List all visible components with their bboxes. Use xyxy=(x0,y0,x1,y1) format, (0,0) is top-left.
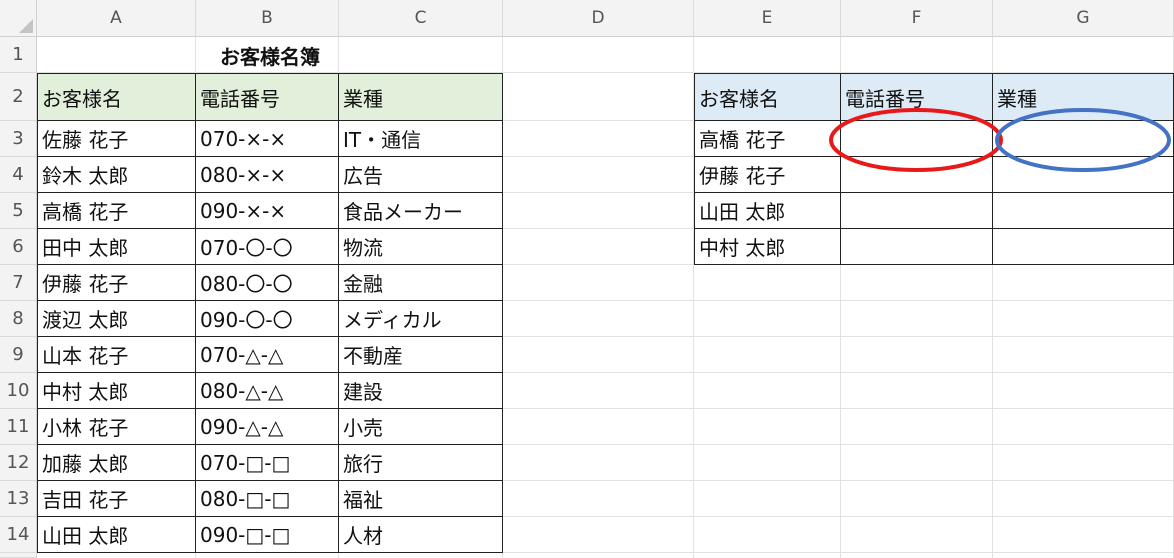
left-table-cell[interactable]: 物流 xyxy=(339,229,503,265)
left-table-cell[interactable]: IT・通信 xyxy=(339,121,503,157)
right-table-industry-cell[interactable] xyxy=(993,157,1174,193)
select-all-triangle-icon xyxy=(19,19,33,33)
right-table-name-cell[interactable]: 高橋 花子 xyxy=(694,121,841,157)
column-header-g[interactable]: G xyxy=(993,0,1174,37)
spreadsheet[interactable]: A B C D E F G 1 2 3 4 5 6 7 8 9 10 11 12 13 14 お客様名簿 お客様名 電話番号業… xyxy=(0,0,1174,558)
left-table-cell[interactable]: 090-〇-〇 xyxy=(196,301,339,337)
left-table-cell[interactable]: 吉田 花子 xyxy=(37,481,196,517)
left-table-cell[interactable]: 080-×-× xyxy=(196,157,339,193)
row-header-12[interactable]: 12 xyxy=(0,445,37,481)
left-table-cell[interactable]: 小林 花子 xyxy=(37,409,196,445)
right-table-phone-cell[interactable] xyxy=(841,229,993,265)
left-table-header[interactable]: 業種 xyxy=(339,73,503,121)
left-table-header[interactable]: お客様名 xyxy=(37,73,196,121)
row-header-2[interactable]: 2 xyxy=(0,73,37,121)
select-all-corner[interactable] xyxy=(0,0,37,37)
left-table-cell[interactable]: 080-△-△ xyxy=(196,373,339,409)
right-table-phone-cell[interactable] xyxy=(841,121,993,157)
column-header-e[interactable]: E xyxy=(694,0,841,37)
column-header-d[interactable]: D xyxy=(503,0,694,37)
right-table-phone-cell[interactable] xyxy=(841,193,993,229)
column-header-b[interactable]: B xyxy=(196,0,339,37)
left-table-cell[interactable]: 090-×-× xyxy=(196,193,339,229)
left-table-cell[interactable]: 山田 太郎 xyxy=(37,517,196,553)
left-table-cell[interactable]: 伊藤 花子 xyxy=(37,265,196,301)
right-table-name-cell[interactable]: 中村 太郎 xyxy=(694,229,841,265)
row-header-10[interactable]: 10 xyxy=(0,373,37,409)
column-header-a[interactable]: A xyxy=(37,0,196,37)
row-header-6[interactable]: 6 xyxy=(0,229,37,265)
left-table-cell[interactable]: 金融 xyxy=(339,265,503,301)
row-header-5[interactable]: 5 xyxy=(0,193,37,229)
right-table-name-cell[interactable]: 山田 太郎 xyxy=(694,193,841,229)
row-header-3[interactable]: 3 xyxy=(0,121,37,157)
right-table-header[interactable]: 電話番号 xyxy=(841,73,993,121)
left-table-cell[interactable]: 加藤 太郎 xyxy=(37,445,196,481)
left-table-cell[interactable]: 建設 xyxy=(339,373,503,409)
column-header-c[interactable]: C xyxy=(339,0,503,37)
right-table-header[interactable]: お客様名 xyxy=(694,73,841,121)
left-table-header[interactable]: 電話番号 xyxy=(196,73,339,121)
left-table-cell[interactable]: 不動産 xyxy=(339,337,503,373)
left-table-cell[interactable]: 鈴木 太郎 xyxy=(37,157,196,193)
left-table-cell[interactable]: 人材 xyxy=(339,517,503,553)
left-table-cell[interactable]: 福祉 xyxy=(339,481,503,517)
row-header-1[interactable]: 1 xyxy=(0,37,37,73)
left-table-cell[interactable]: 食品メーカー xyxy=(339,193,503,229)
right-table-industry-cell[interactable] xyxy=(993,193,1174,229)
left-table-cell[interactable]: 高橋 花子 xyxy=(37,193,196,229)
left-table-cell[interactable]: 旅行 xyxy=(339,445,503,481)
left-table-cell[interactable]: 山本 花子 xyxy=(37,337,196,373)
row-header-13[interactable]: 13 xyxy=(0,481,37,517)
left-table-cell[interactable]: 070-×-× xyxy=(196,121,339,157)
left-table-cell[interactable]: 070-□-□ xyxy=(196,445,339,481)
left-table-cell[interactable]: 小売 xyxy=(339,409,503,445)
right-table-phone-cell[interactable] xyxy=(841,157,993,193)
column-header-f[interactable]: F xyxy=(841,0,993,37)
row-header-14[interactable]: 14 xyxy=(0,517,37,553)
right-table-industry-cell[interactable] xyxy=(993,229,1174,265)
left-table-cell[interactable]: 090-△-△ xyxy=(196,409,339,445)
left-table-cell[interactable]: 佐藤 花子 xyxy=(37,121,196,157)
left-table-cell[interactable]: メディカル xyxy=(339,301,503,337)
left-table-cell[interactable]: 070-△-△ xyxy=(196,337,339,373)
row-header-7[interactable]: 7 xyxy=(0,265,37,301)
left-table-cell[interactable]: 中村 太郎 xyxy=(37,373,196,409)
row-header-8[interactable]: 8 xyxy=(0,301,37,337)
row-header-9[interactable]: 9 xyxy=(0,337,37,373)
row-header-partial[interactable] xyxy=(0,553,37,558)
right-table-name-cell[interactable]: 伊藤 花子 xyxy=(694,157,841,193)
row-header-4[interactable]: 4 xyxy=(0,157,37,193)
left-table-cell[interactable]: 080-〇-〇 xyxy=(196,265,339,301)
right-table-header[interactable]: 業種 xyxy=(993,73,1174,121)
sheet-title[interactable]: お客様名簿 xyxy=(37,37,503,73)
left-table-cell[interactable]: 080-□-□ xyxy=(196,481,339,517)
left-table-cell[interactable]: 広告 xyxy=(339,157,503,193)
left-table-cell[interactable]: 田中 太郎 xyxy=(37,229,196,265)
left-table-cell[interactable]: 090-□-□ xyxy=(196,517,339,553)
left-table-cell[interactable]: 070-〇-〇 xyxy=(196,229,339,265)
right-table-industry-cell[interactable] xyxy=(993,121,1174,157)
left-table-cell[interactable]: 渡辺 太郎 xyxy=(37,301,196,337)
row-header-11[interactable]: 11 xyxy=(0,409,37,445)
